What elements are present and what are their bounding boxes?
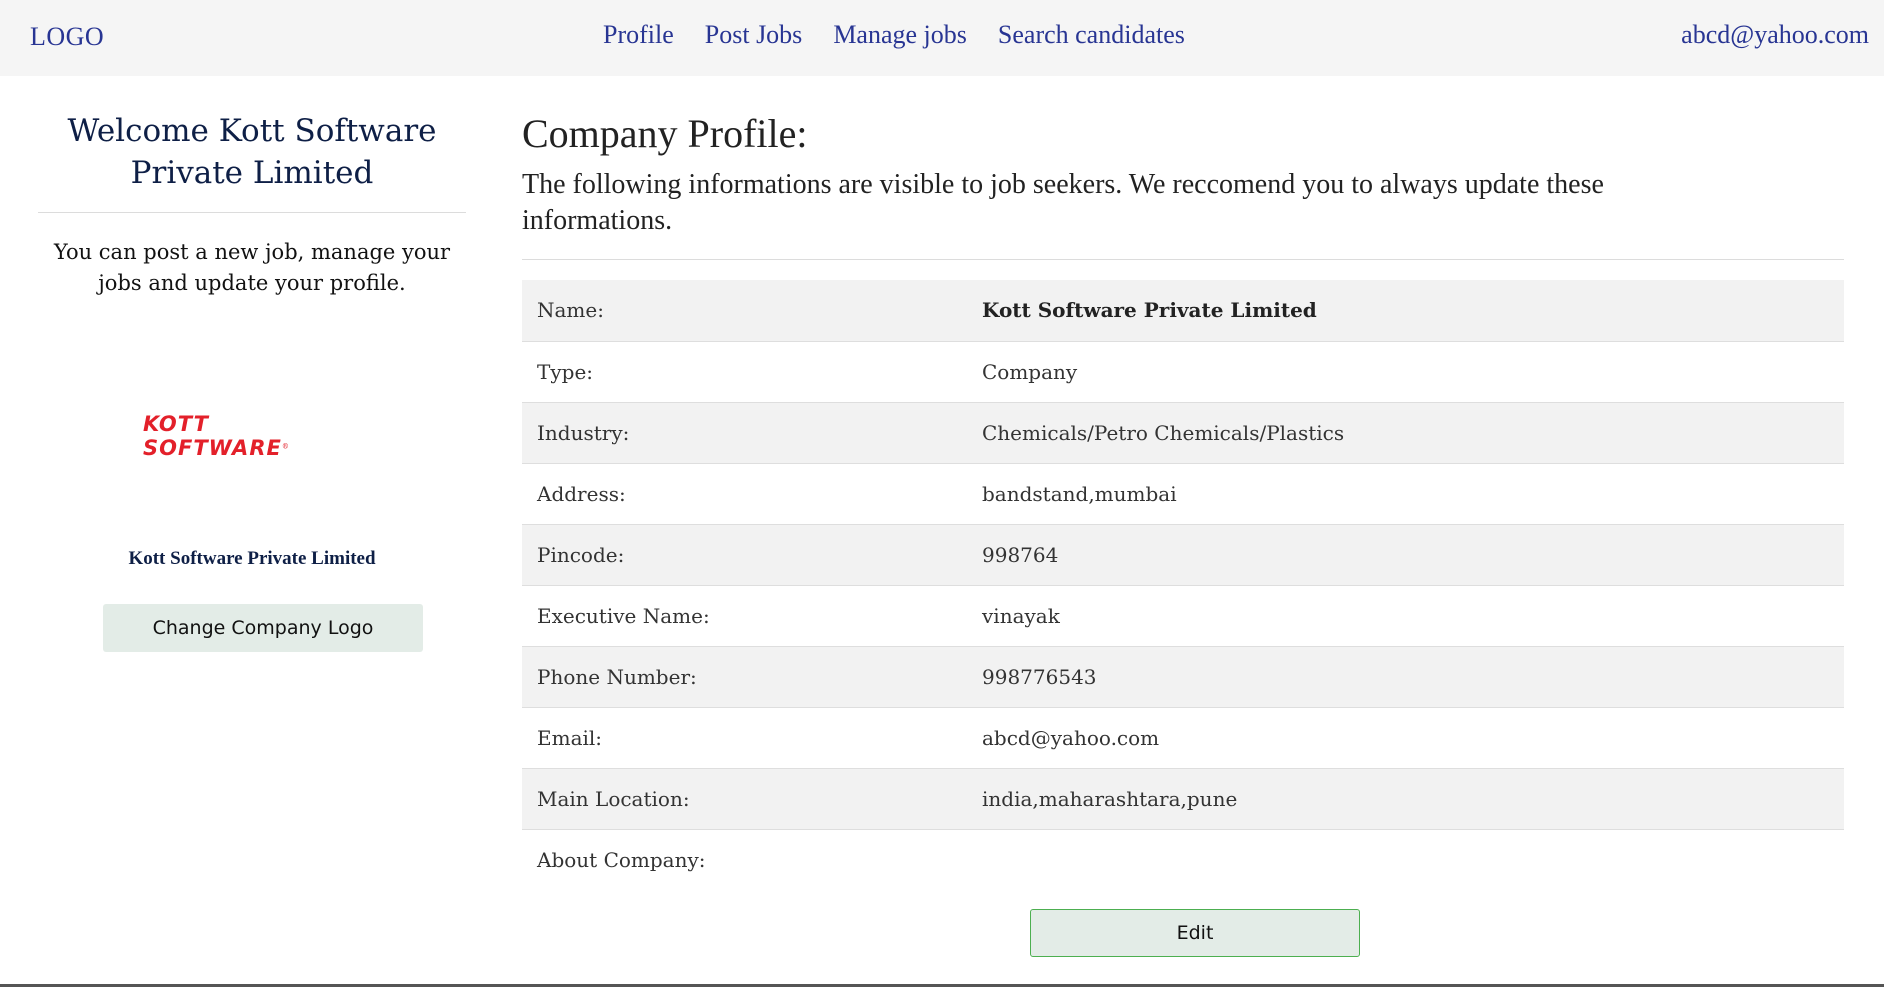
row-label: Phone Number: — [537, 664, 697, 689]
row-label: Main Location: — [537, 786, 690, 811]
row-label: Industry: — [537, 420, 630, 445]
sidebar: Welcome Kott Software Private Limited Yo… — [38, 76, 466, 987]
row-value: india,maharashtara,pune — [982, 786, 1238, 811]
row-value: 998764 — [982, 542, 1059, 567]
table-row: Type: Company — [522, 341, 1844, 402]
welcome-heading: Welcome Kott Software Private Limited — [67, 113, 437, 191]
nav-link-profile[interactable]: Profile — [603, 20, 674, 50]
page-description: The following informations are visible t… — [522, 169, 1604, 236]
nav-link-search-candidates[interactable]: Search candidates — [998, 20, 1185, 50]
table-row: About Company: — [522, 829, 1844, 890]
change-company-logo-button[interactable]: Change Company Logo — [103, 604, 423, 652]
table-row: Executive Name: vinayak — [522, 585, 1844, 646]
nav-link-manage-jobs[interactable]: Manage jobs — [833, 20, 967, 50]
row-value: Kott Software Private Limited — [982, 298, 1317, 323]
row-label: Type: — [537, 359, 594, 384]
row-value — [982, 829, 1844, 890]
row-label: Pincode: — [537, 542, 625, 567]
page-title: Company Profile: — [522, 111, 808, 156]
company-logo-text: KOTT SOFTWARE — [143, 412, 282, 460]
table-row: Phone Number: 998776543 — [522, 646, 1844, 707]
row-label: Email: — [537, 725, 603, 750]
table-row: Name: Kott Software Private Limited — [522, 280, 1844, 341]
nav-links: Profile Post Jobs Manage jobs Search can… — [603, 20, 1185, 50]
company-profile-table: Name: Kott Software Private Limited Type… — [522, 280, 1844, 890]
main-content: Company Profile: The following informati… — [522, 76, 1844, 957]
table-row: Address: bandstand,mumbai — [522, 463, 1844, 524]
row-value: vinayak — [982, 603, 1060, 628]
nav-link-post-jobs[interactable]: Post Jobs — [705, 20, 803, 50]
nav-logo[interactable]: LOGO — [30, 22, 104, 52]
registered-mark: ® — [281, 442, 289, 451]
table-row: Email: abcd@yahoo.com — [522, 707, 1844, 768]
row-value: 998776543 — [982, 664, 1097, 689]
row-label: About Company: — [537, 847, 706, 872]
row-value: abcd@yahoo.com — [982, 725, 1160, 750]
table-row: Industry: Chemicals/Petro Chemicals/Plas… — [522, 402, 1844, 463]
sidebar-description: You can post a new job, manage your jobs… — [53, 240, 451, 295]
main-divider — [522, 259, 1844, 260]
row-value: bandstand,mumbai — [982, 481, 1177, 506]
row-label: Address: — [537, 481, 626, 506]
row-value: Company — [982, 359, 1078, 384]
nav-user-email[interactable]: abcd@yahoo.com — [1681, 20, 1869, 50]
table-row: Main Location: india,maharashtara,pune — [522, 768, 1844, 829]
top-navbar: LOGO Profile Post Jobs Manage jobs Searc… — [0, 0, 1884, 76]
sidebar-divider — [38, 212, 466, 213]
row-label: Name: — [537, 298, 604, 323]
company-logo-image: KOTT SOFTWARE® — [143, 412, 363, 460]
row-value: Chemicals/Petro Chemicals/Plastics — [982, 420, 1345, 445]
edit-button[interactable]: Edit — [1030, 909, 1360, 957]
table-row: Pincode: 998764 — [522, 524, 1844, 585]
row-label: Executive Name: — [537, 603, 710, 628]
company-name-caption: Kott Software Private Limited — [128, 548, 376, 569]
